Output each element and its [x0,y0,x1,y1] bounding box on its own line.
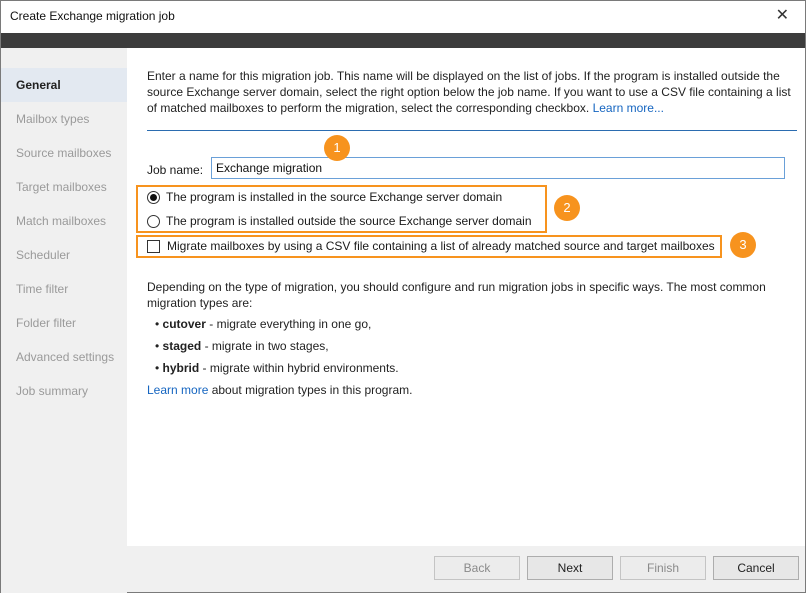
wizard-sidebar: General Mailbox types Source mailboxes T… [1,48,127,593]
bullet-term: cutover [162,317,206,331]
intro-text: Enter a name for this migration job. Thi… [147,69,791,115]
bullet-item: • staged - migrate in two stages, [155,339,329,353]
sidebar-item-general[interactable]: General [1,68,127,102]
bullet-term: hybrid [162,361,200,375]
header-band [1,33,805,48]
intro-paragraph: Enter a name for this migration job. Thi… [147,68,797,116]
intro-learn-more-link[interactable]: Learn more... [593,101,664,115]
sidebar-item-mailbox-types: Mailbox types [16,112,90,126]
annotation-badge-2: 2 [554,195,580,221]
annotation-box-checkbox [136,235,722,258]
sidebar-item-time-filter: Time filter [16,282,69,296]
learn-more-link[interactable]: Learn more [147,383,208,397]
back-button[interactable]: Back [434,556,520,580]
section-divider [147,130,797,131]
next-button[interactable]: Next [527,556,613,580]
sidebar-item-source-mailboxes: Source mailboxes [16,146,112,160]
migration-description: Depending on the type of migration, you … [147,280,766,310]
dialog-footer: Back Next Finish Cancel [127,546,805,592]
general-page: Enter a name for this migration job. Thi… [127,48,805,546]
title-bar: Create Exchange migration job ✕ [1,1,805,33]
sidebar-item-advanced-settings: Advanced settings [16,350,115,364]
bullet-term: staged [162,339,202,353]
learn-more-text: about migration types in this program. [208,383,413,397]
close-icon[interactable]: ✕ [776,7,789,25]
job-name-input[interactable] [211,157,785,179]
job-name-label: Job name: [147,163,204,177]
window-title: Create Exchange migration job [10,9,175,23]
annotation-box-radios [136,185,547,233]
bullet-text: - migrate in two stages, [201,339,329,353]
sidebar-item-folder-filter: Folder filter [16,316,77,330]
finish-button[interactable]: Finish [620,556,706,580]
bullet-item: • cutover - migrate everything in one go… [155,317,372,331]
bullet-item: • hybrid - migrate within hybrid environ… [155,361,399,375]
learn-more-line: Learn more about migration types in this… [147,383,412,397]
dialog-window: Create Exchange migration job ✕ General … [0,0,806,593]
bullet-text: - migrate within hybrid environments. [199,361,399,375]
annotation-badge-1: 1 [324,135,350,161]
annotation-badge-3: 3 [730,232,756,258]
sidebar-item-job-summary: Job summary [16,384,89,398]
sidebar-item-target-mailboxes: Target mailboxes [16,180,107,194]
sidebar-item-scheduler: Scheduler [16,248,71,262]
bullet-text: - migrate everything in one go, [205,317,372,331]
cancel-button[interactable]: Cancel [713,556,799,580]
sidebar-item-match-mailboxes: Match mailboxes [16,214,107,228]
